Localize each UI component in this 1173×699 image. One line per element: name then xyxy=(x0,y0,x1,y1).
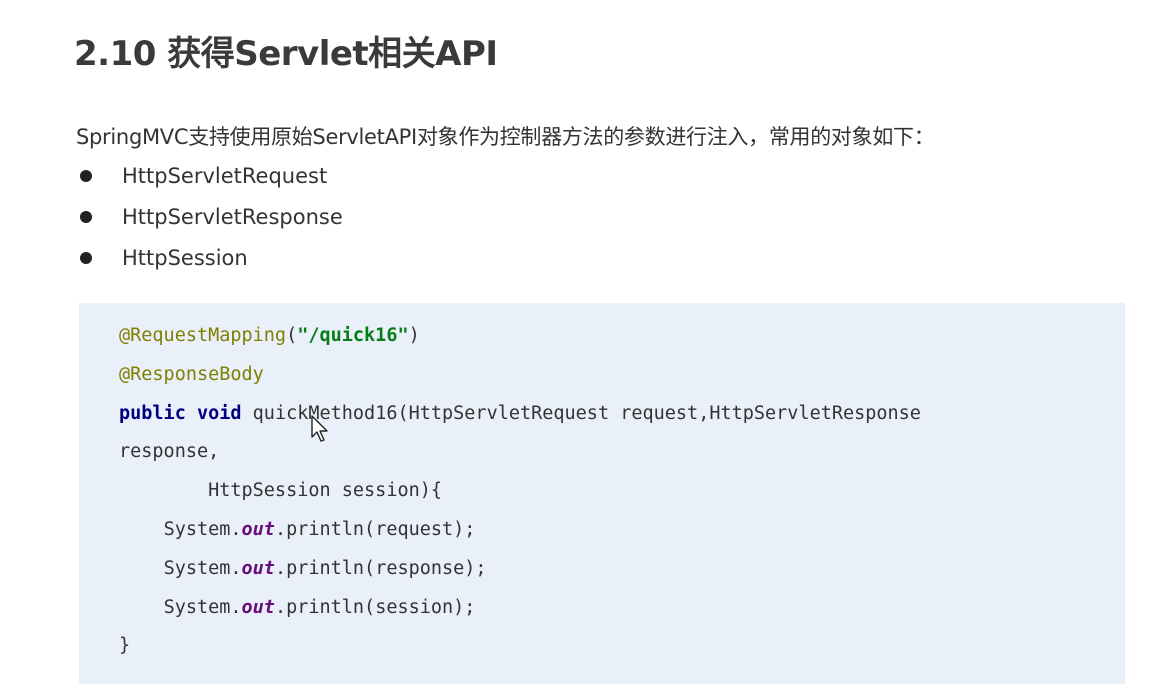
code-field: out xyxy=(241,596,275,618)
code-text: System. xyxy=(163,557,242,579)
mouse-pointer-icon xyxy=(311,415,328,442)
list-item-label: HttpSession xyxy=(122,246,248,270)
list-item-label: HttpServletRequest xyxy=(122,164,328,188)
code-line: } xyxy=(119,635,130,656)
code-keyword: public xyxy=(119,402,186,424)
code-field: out xyxy=(241,518,275,540)
list-item: HttpServletRequest xyxy=(78,161,343,202)
list-item: HttpServletResponse xyxy=(78,202,343,243)
code-line: @RequestMapping("/quick16") xyxy=(119,325,420,346)
code-text: System. xyxy=(163,518,242,540)
list-item: HttpSession xyxy=(78,243,343,284)
code-text: .println(request); xyxy=(274,518,476,540)
bullet-list: HttpServletRequest HttpServletResponse H… xyxy=(78,161,343,284)
code-listing: @RequestMapping("/quick16") @ResponseBod… xyxy=(119,317,921,666)
code-line: HttpSession session){ xyxy=(119,480,442,501)
code-text: .println(response); xyxy=(274,557,487,579)
code-field: out xyxy=(241,557,275,579)
code-text: quickMethod16(HttpServletRequest request… xyxy=(252,402,921,424)
code-text: HttpSession session){ xyxy=(208,480,443,502)
code-annotation: @ResponseBody xyxy=(119,363,264,385)
code-text: System. xyxy=(163,596,242,618)
code-line: public void quickMethod16(HttpServletReq… xyxy=(119,403,921,424)
code-paren: ( xyxy=(286,325,298,346)
bullet-dot-icon xyxy=(80,211,92,223)
code-keyword: void xyxy=(196,402,242,424)
code-text: response, xyxy=(119,441,220,463)
code-line: response, xyxy=(119,441,219,462)
code-block: @RequestMapping("/quick16") @ResponseBod… xyxy=(79,303,1125,684)
list-item-label: HttpServletResponse xyxy=(122,205,343,229)
code-paren: ) xyxy=(408,325,420,346)
code-string: "/quick16" xyxy=(297,325,409,346)
code-line: System.out.println(response); xyxy=(119,558,487,579)
bullet-dot-icon xyxy=(80,170,92,182)
code-text: } xyxy=(119,635,131,657)
page-title: 2.10 获得Servlet相关API xyxy=(74,34,498,74)
code-line: System.out.println(request); xyxy=(119,518,476,540)
code-line: @ResponseBody xyxy=(119,364,264,385)
intro-text: SpringMVC支持使用原始ServletAPI对象作为控制器方法的参数进行注… xyxy=(76,125,935,149)
code-text: .println(session); xyxy=(274,596,476,618)
code-annotation: @RequestMapping xyxy=(119,325,287,346)
code-line: System.out.println(session); xyxy=(119,596,476,618)
bullet-dot-icon xyxy=(80,252,92,264)
